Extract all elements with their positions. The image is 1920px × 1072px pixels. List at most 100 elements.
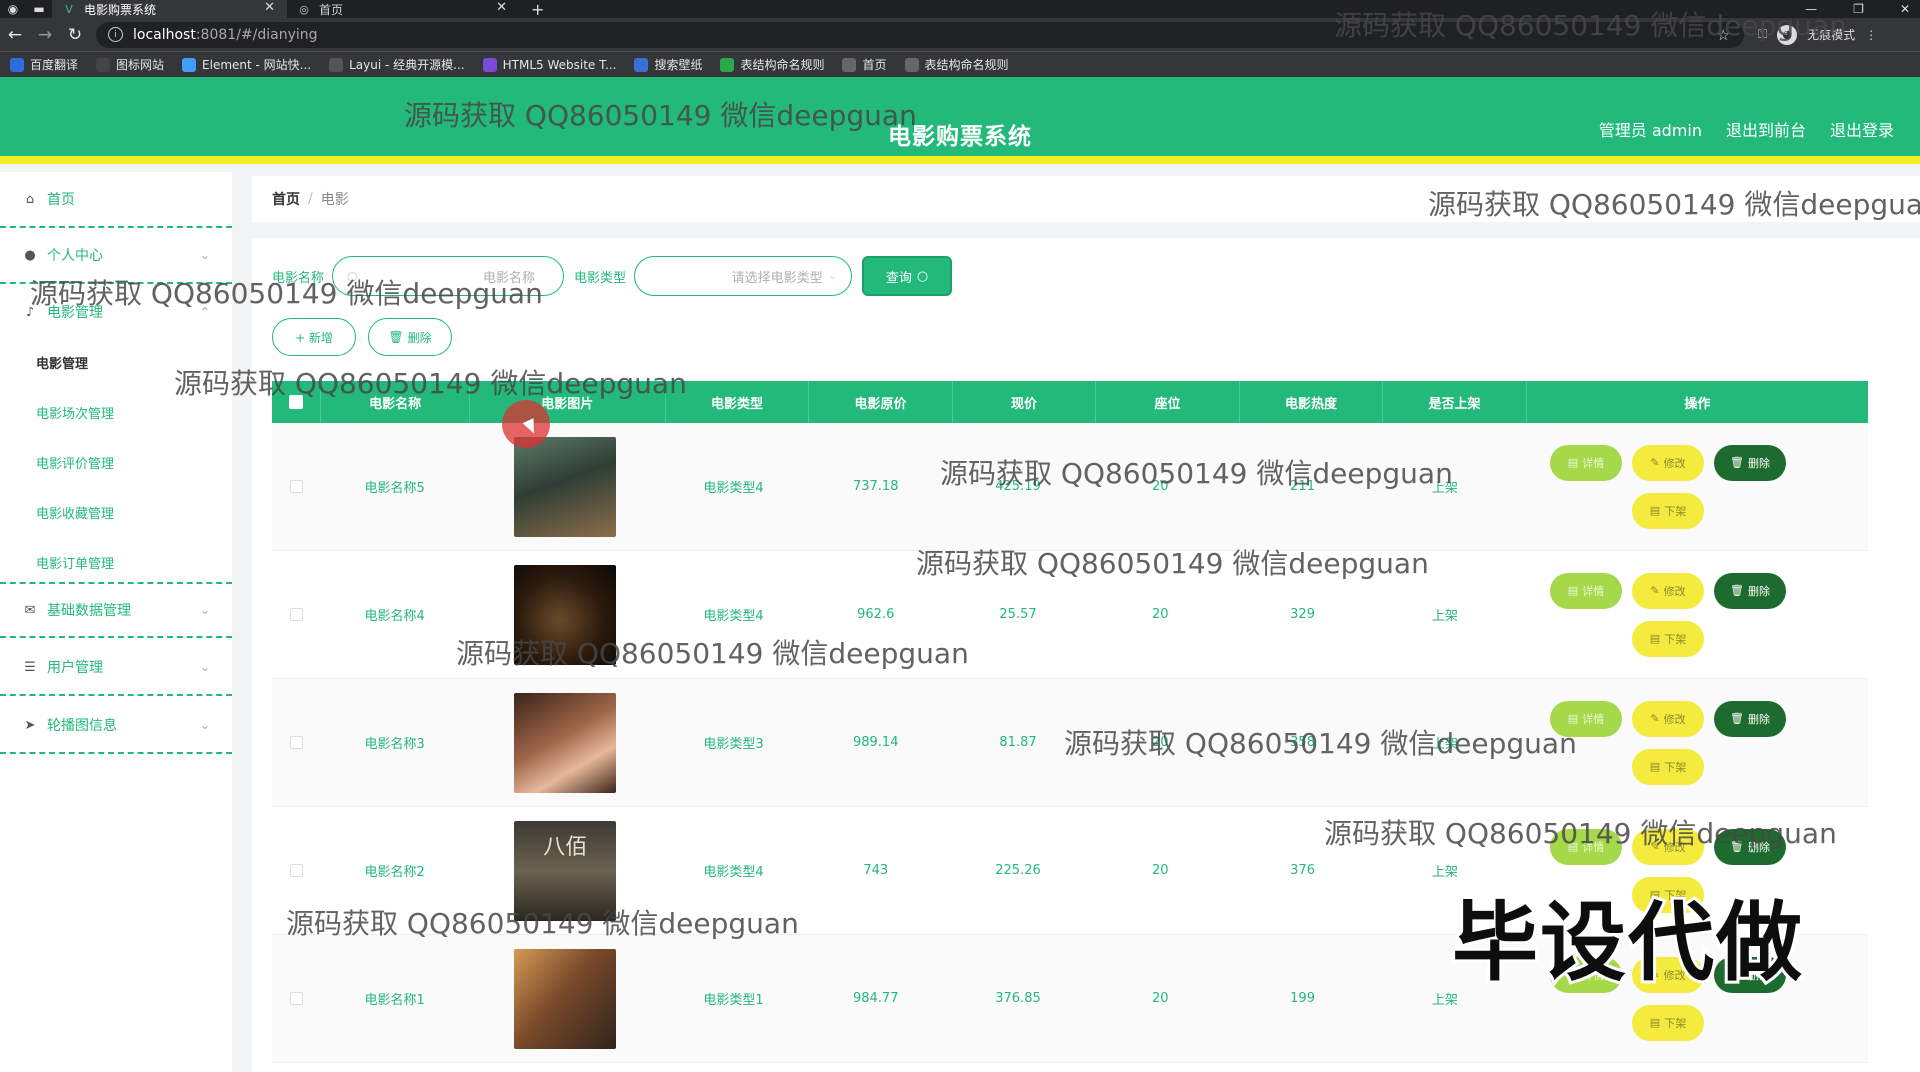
sidebar-item-carousel[interactable]: ➤ 轮播图信息 ⌄: [0, 698, 232, 754]
movie-name-cell: 电影名称5: [364, 481, 425, 496]
layui-icon: [329, 57, 344, 72]
movie-image-cell: [468, 423, 662, 551]
edit-button-label: 修改: [1663, 456, 1686, 470]
original-price-cell: 743: [863, 863, 889, 878]
bookmark-item[interactable]: 百度翻译: [10, 56, 78, 73]
tab-title: 首页: [319, 2, 344, 17]
unlist-button[interactable]: ▤ 下架: [1632, 492, 1704, 529]
forward-icon[interactable]: →: [30, 25, 60, 45]
element-icon: [182, 57, 197, 72]
tab-inactive[interactable]: ◎ 首页 ✕: [287, 0, 519, 18]
unlist-button[interactable]: ▤ 下架: [1632, 748, 1704, 785]
wallpaper-icon: [634, 57, 649, 72]
restore-icon[interactable]: ❐: [1853, 2, 1864, 16]
row-checkbox[interactable]: [290, 864, 304, 877]
sidebar-sub-schedule[interactable]: 电影场次管理: [36, 403, 114, 422]
row-checkbox[interactable]: [290, 608, 304, 621]
mail-icon: ✉: [24, 602, 36, 618]
detail-button[interactable]: ▤ 详情: [1550, 572, 1622, 609]
portrait-poster: [514, 692, 617, 793]
breadcrumb-home[interactable]: 首页: [272, 189, 300, 209]
detail-button[interactable]: ▤ 详情: [1550, 444, 1622, 481]
bookmark-item[interactable]: 首页: [842, 56, 887, 73]
bookmark-item[interactable]: 图标网站: [96, 56, 164, 73]
chevron-down-icon: ⌄: [199, 603, 210, 617]
row-checkbox-cell: [272, 935, 321, 1063]
delete-button[interactable]: 🗑 删除: [1714, 700, 1786, 737]
close-window-icon[interactable]: ✕: [1900, 2, 1910, 16]
movie-type-cell: 电影类型1: [703, 993, 764, 1008]
sidebar-sub-order[interactable]: 电影订单管理: [36, 553, 114, 572]
doc-icon: ▤: [1649, 632, 1661, 645]
user-icon: ●: [24, 247, 36, 263]
query-button[interactable]: 查询 ○: [862, 256, 953, 296]
edit-button[interactable]: ✎ 修改: [1632, 444, 1704, 481]
bookmark-label: 图标网站: [116, 58, 165, 72]
add-button[interactable]: + 新增: [272, 318, 356, 356]
row-checkbox[interactable]: [290, 992, 304, 1005]
watermark-text: 源码获取 QQ86050149 微信deepguan: [940, 457, 1453, 490]
edit-button[interactable]: ✎ 修改: [1632, 700, 1704, 737]
sidebar-item-home[interactable]: ⌂ 首页: [0, 172, 232, 228]
operations-cell: ▤ 详情 ✎ 修改 🗑 删除 ▤ 下架: [1516, 423, 1868, 551]
edit-button-label: 修改: [1663, 712, 1686, 726]
batch-delete-button[interactable]: 🗑 删除: [368, 318, 452, 356]
sidebar-item-users[interactable]: ☰ 用户管理 ⌄: [0, 640, 232, 696]
movie-type-select[interactable]: 请选择电影类型 ⌄: [634, 256, 853, 296]
browser-menu-icon[interactable]: ◉: [0, 0, 26, 18]
tab-active[interactable]: V 电影购票系统 ✕: [52, 0, 287, 18]
new-tab-icon[interactable]: +: [531, 0, 544, 19]
reload-icon[interactable]: ↻: [60, 25, 90, 45]
bookmark-item[interactable]: 搜索壁纸: [634, 56, 702, 73]
delete-button-label: 删除: [1747, 456, 1770, 470]
bookmark-label: 表结构命名规则: [924, 58, 1009, 72]
popularity-cell: 199: [1290, 991, 1315, 1006]
globe-icon: ◎: [299, 2, 309, 16]
edit-button[interactable]: ✎ 修改: [1632, 572, 1704, 609]
sidebar-item-basic-data[interactable]: ✉ 基础数据管理 ⌄: [0, 582, 232, 638]
row-checkbox-cell: [272, 679, 321, 807]
sidebar-sub-movie[interactable]: 电影管理: [36, 353, 88, 372]
row-checkbox[interactable]: [290, 480, 304, 493]
chevron-down-icon: ⌄: [199, 718, 210, 732]
close-icon[interactable]: ✕: [496, 0, 507, 15]
movie-image-cell: [468, 935, 662, 1063]
bookmark-label: HTML5 Website T...: [502, 57, 617, 72]
unlist-button-label: 下架: [1664, 504, 1687, 518]
exit-to-front-link[interactable]: 退出到前台: [1726, 117, 1806, 141]
trash-icon: 🗑: [1730, 456, 1744, 469]
bookmark-item[interactable]: 表结构命名规则: [904, 56, 1009, 73]
sidebar-item-label: 轮播图信息: [47, 718, 117, 734]
window-icon[interactable]: ▬: [26, 0, 52, 18]
trash-icon: 🗑: [1730, 712, 1744, 725]
html5-icon: [482, 57, 497, 72]
seat-cell: 20: [1152, 991, 1169, 1006]
bookmark-item[interactable]: 表结构命名规则: [720, 56, 824, 73]
bookmark-item[interactable]: HTML5 Website T...: [482, 57, 617, 72]
header-accent-bar: [0, 156, 1920, 164]
unlist-button-label: 下架: [1664, 1016, 1687, 1030]
more-icon[interactable]: ⋮: [1865, 28, 1877, 42]
delete-button[interactable]: 🗑 删除: [1714, 572, 1786, 609]
row-checkbox[interactable]: [290, 736, 304, 749]
doc-icon: ▤: [1567, 584, 1579, 597]
unlist-button[interactable]: ▤ 下架: [1632, 620, 1704, 657]
trash-icon: 🗑: [388, 330, 404, 344]
unlist-button[interactable]: ▤ 下架: [1632, 1004, 1704, 1041]
back-icon[interactable]: ←: [0, 25, 30, 45]
watermark-text: 源码获取 QQ86050149 微信deepguan: [286, 907, 799, 940]
bookmark-label: 百度翻译: [30, 58, 79, 72]
delete-button[interactable]: 🗑 删除: [1714, 444, 1786, 481]
bookmark-item[interactable]: Element - 网站快...: [182, 56, 311, 73]
sidebar-sub-favorite[interactable]: 电影收藏管理: [36, 503, 114, 522]
close-icon[interactable]: ✕: [264, 0, 275, 15]
info-icon[interactable]: i: [108, 27, 123, 42]
watermark-text: 源码获取 QQ86050149 微信deepguan: [1324, 817, 1837, 850]
sidebar-sub-review[interactable]: 电影评价管理: [36, 453, 114, 472]
tab-title: 电影购票系统: [84, 2, 157, 17]
admin-label: 管理员 admin: [1598, 121, 1702, 140]
watermark-text: 源码获取 QQ86050149 微信deepguan: [1428, 188, 1920, 221]
bookmark-item[interactable]: Layui - 经典开源模...: [329, 56, 465, 73]
delete-button-label: 删除: [1747, 712, 1770, 726]
logout-link[interactable]: 退出登录: [1830, 117, 1894, 141]
